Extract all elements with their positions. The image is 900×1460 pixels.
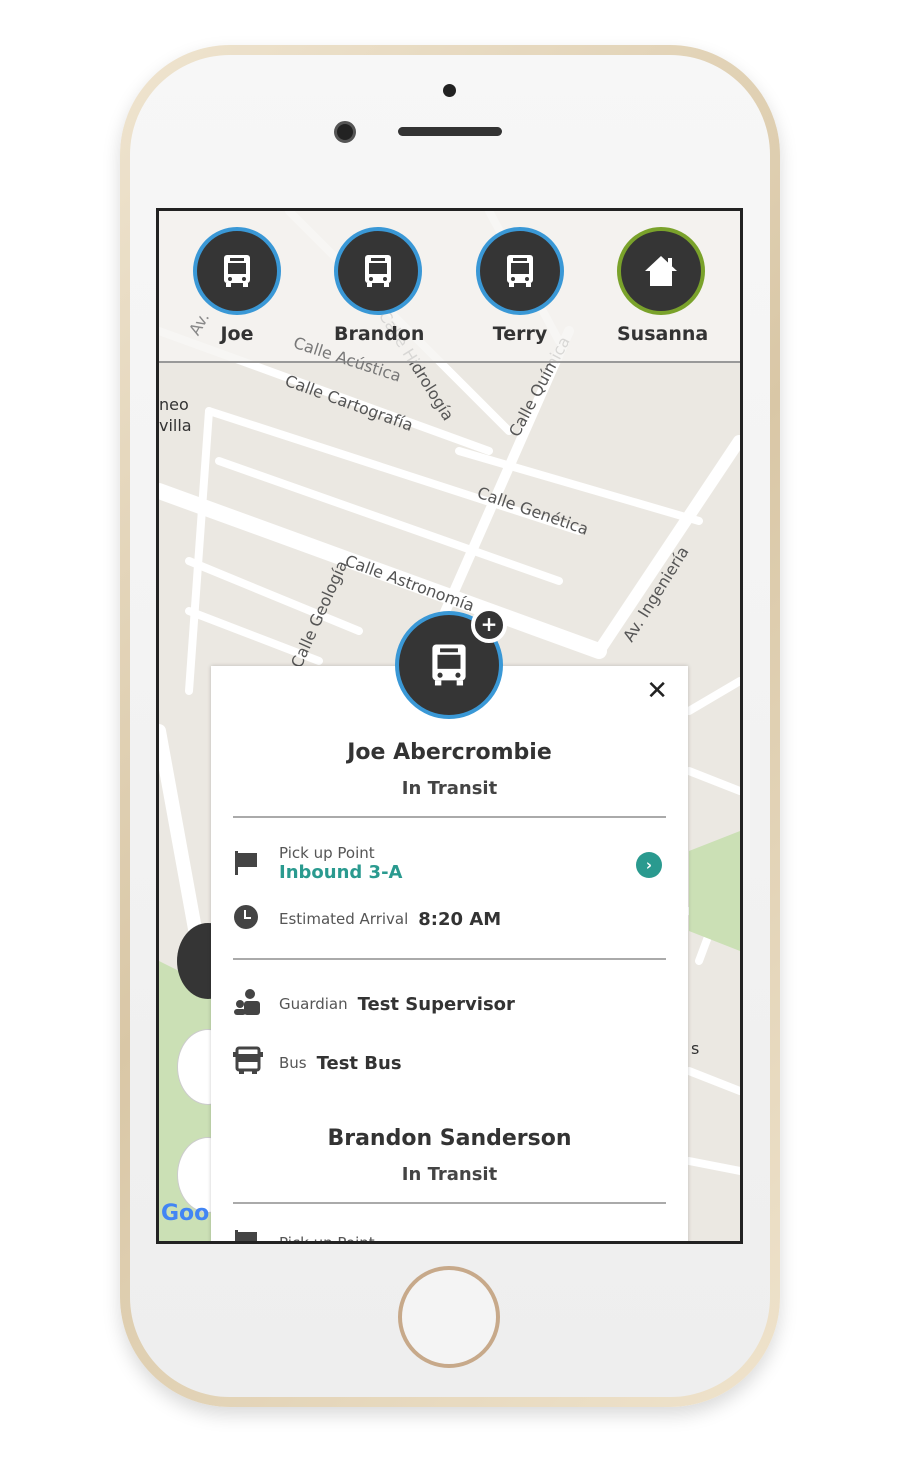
close-icon[interactable]: ✕ <box>646 676 668 706</box>
avatar-terry[interactable]: Terry <box>476 227 564 345</box>
flag-icon <box>233 1228 279 1241</box>
earpiece-speaker <box>398 127 502 136</box>
plus-icon[interactable]: + <box>471 607 507 643</box>
bus-icon <box>476 227 564 315</box>
home-button[interactable] <box>398 1266 500 1368</box>
bus-icon <box>193 227 281 315</box>
divider <box>233 1202 666 1204</box>
avatar-susanna[interactable]: Susanna <box>617 227 709 345</box>
bus-label: Bus <box>279 1054 307 1072</box>
divider <box>233 958 666 960</box>
bus-icon <box>233 1046 279 1080</box>
guardian-value: Test Supervisor <box>357 993 515 1015</box>
front-camera <box>334 121 356 143</box>
avatar-brandon[interactable]: Brandon <box>334 227 425 345</box>
bus-row: Bus Test Bus <box>233 1046 402 1080</box>
tracked-people-bar: Joe Brandon Terry Susanna <box>159 211 740 363</box>
pickup-label: Pick up Point <box>279 1234 375 1244</box>
pickup-row[interactable]: Pick up Point Inbound 3-A <box>233 844 402 883</box>
app-screen: Calle Acústica Calle Hidrología Calle Qu… <box>156 208 743 1244</box>
pickup-row[interactable]: Pick up Point <box>233 1228 385 1244</box>
map-label: neo <box>159 395 189 414</box>
chevron-right-icon[interactable]: › <box>636 852 662 878</box>
student-name: Brandon Sanderson <box>327 1126 572 1151</box>
arrival-label: Estimated Arrival <box>279 910 409 928</box>
arrival-row: Estimated Arrival 8:20 AM <box>233 904 501 934</box>
google-logo: Goo <box>161 1201 210 1226</box>
pickup-label: Pick up Point <box>279 844 375 862</box>
avatar-name: Susanna <box>617 323 709 345</box>
student-detail-panel: ✕ Joe Abercrombie In Transit Pick up Poi… <box>211 666 688 1244</box>
avatar-name: Brandon <box>334 323 425 345</box>
bus-value: Test Bus <box>316 1052 402 1074</box>
arrival-value: 8:20 AM <box>418 908 502 930</box>
bus-icon <box>334 227 422 315</box>
map-label: s <box>691 1039 700 1058</box>
flag-icon <box>233 849 279 879</box>
clock-icon <box>233 904 279 934</box>
map-label: villa <box>159 416 192 435</box>
student-name: Joe Abercrombie <box>347 740 552 765</box>
guardian-label: Guardian <box>279 995 348 1013</box>
student-status: In Transit <box>401 1164 498 1185</box>
student-status: In Transit <box>401 778 498 799</box>
divider <box>233 816 666 818</box>
proximity-sensor <box>443 84 456 97</box>
bus-icon <box>432 644 466 686</box>
home-icon <box>617 227 705 315</box>
guardian-row: Guardian Test Supervisor <box>233 988 515 1020</box>
pickup-value[interactable]: Inbound 3-A <box>279 862 402 883</box>
guardian-icon <box>233 988 279 1020</box>
avatar-name: Terry <box>492 323 548 345</box>
